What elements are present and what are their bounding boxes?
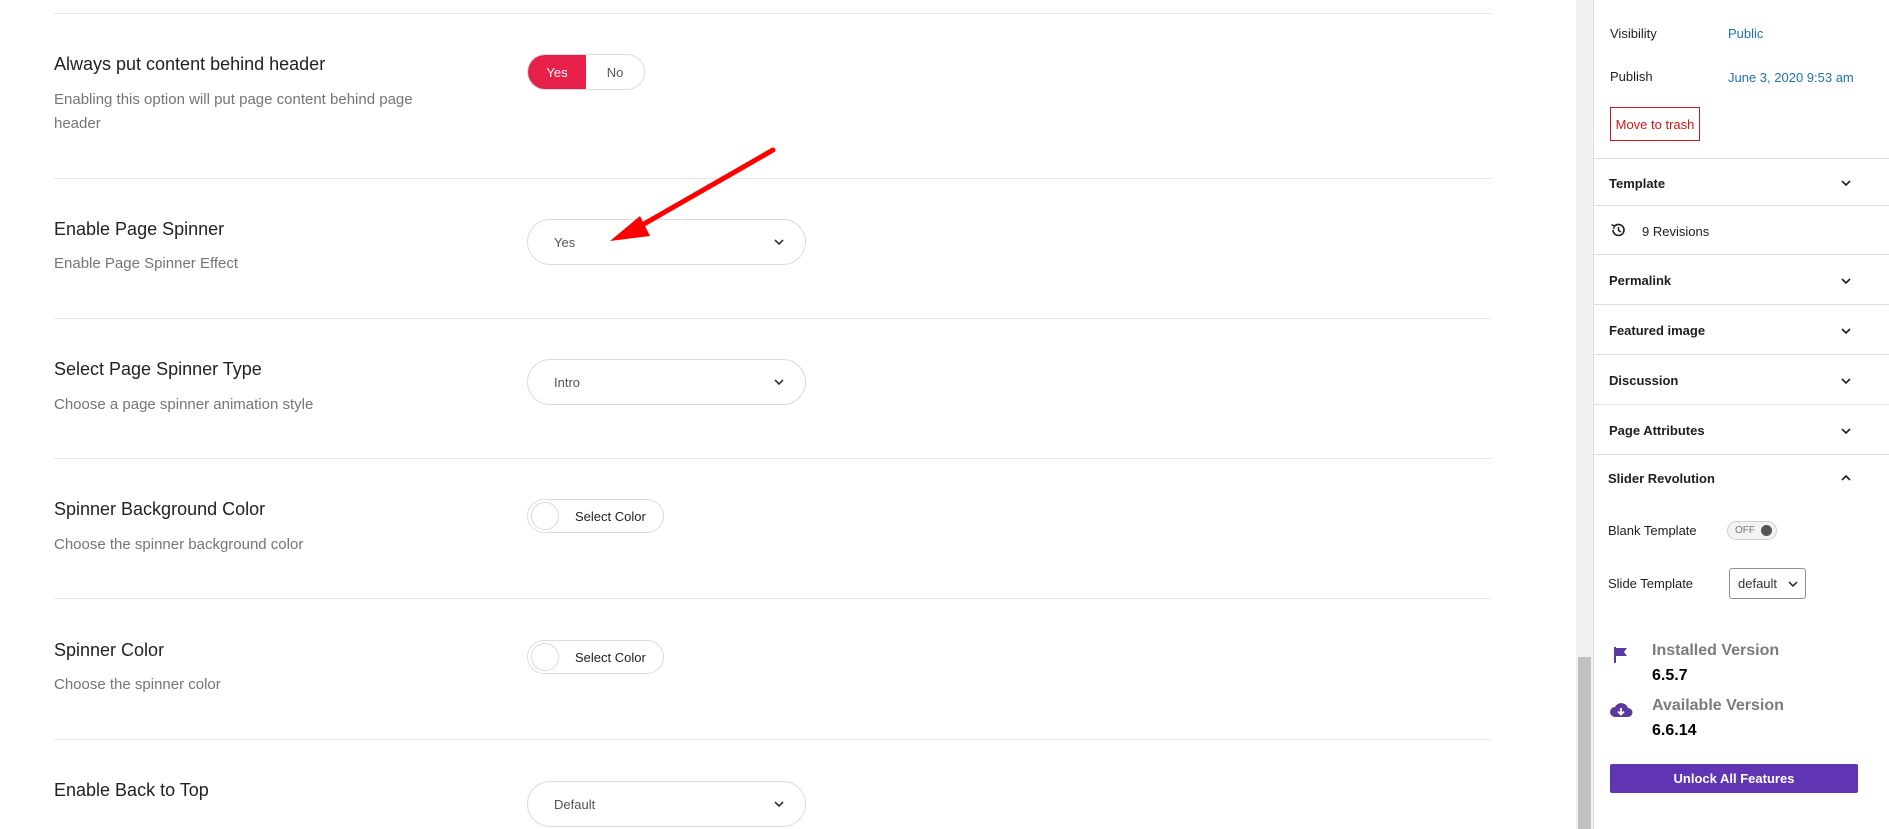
page-settings-panel: Always put content behind header Enablin… bbox=[0, 0, 1576, 829]
divider bbox=[54, 318, 1491, 319]
chevron-down-icon bbox=[1841, 180, 1851, 187]
toggle-knob bbox=[1761, 525, 1772, 536]
setting-title: Spinner Color bbox=[54, 640, 165, 660]
history-icon bbox=[1611, 223, 1625, 237]
move-to-trash-button[interactable]: Move to trash bbox=[1610, 107, 1700, 141]
panel-title: Featured image bbox=[1609, 323, 1706, 338]
available-version-label: Available Version bbox=[1652, 697, 1784, 714]
blank-template-label: Blank Template bbox=[1608, 523, 1697, 538]
panel-title: Discussion bbox=[1609, 373, 1679, 388]
visibility-label: Visibility bbox=[1610, 26, 1657, 41]
content-behind-header-toggle[interactable]: Yes No bbox=[527, 54, 645, 90]
panel-title: Page Attributes bbox=[1609, 423, 1705, 438]
divider bbox=[54, 178, 1491, 179]
blank-template-toggle[interactable]: OFF bbox=[1727, 521, 1777, 540]
setting-title: Select Page Spinner Type bbox=[54, 359, 262, 379]
available-version-value: 6.6.14 bbox=[1652, 722, 1697, 739]
chevron-down-icon bbox=[1841, 278, 1851, 285]
scrollbar-thumb[interactable] bbox=[1578, 657, 1591, 829]
panel-page-attributes[interactable]: Page Attributes bbox=[1594, 405, 1889, 451]
publish-date[interactable]: June 3, 2020 9:53 am bbox=[1728, 70, 1854, 85]
panel-title: Template bbox=[1609, 176, 1666, 191]
color-swatch bbox=[531, 643, 559, 671]
setting-description: Enable Page Spinner Effect bbox=[54, 255, 239, 272]
panel-slider-revolution[interactable]: Slider Revolution bbox=[1594, 455, 1889, 501]
divider bbox=[54, 739, 1491, 740]
panel-title: Permalink bbox=[1609, 273, 1672, 288]
installed-version-label: Installed Version bbox=[1652, 642, 1780, 659]
select-value: Intro bbox=[554, 374, 581, 390]
document-sidebar: Visibility Public Publish June 3, 2020 9… bbox=[1593, 0, 1889, 829]
chevron-down-icon bbox=[1841, 328, 1851, 335]
select-color-label: Select Color bbox=[575, 649, 646, 665]
panel-discussion[interactable]: Discussion bbox=[1594, 355, 1889, 401]
panel-template[interactable]: Template bbox=[1594, 159, 1889, 205]
setting-description: Enabling this option will put page conte… bbox=[54, 91, 413, 132]
spinner-background-color-picker[interactable]: Select Color bbox=[527, 499, 664, 533]
chevron-down-icon bbox=[774, 801, 784, 808]
setting-title: Always put content behind header bbox=[54, 54, 326, 74]
panel-permalink[interactable]: Permalink bbox=[1594, 255, 1889, 301]
slide-template-select[interactable]: default bbox=[1729, 568, 1806, 599]
panel-title: Slider Revolution bbox=[1608, 471, 1715, 486]
cloud-download-icon bbox=[1610, 703, 1633, 717]
no-option[interactable]: No bbox=[586, 55, 644, 89]
chevron-up-icon bbox=[1841, 474, 1851, 481]
select-value: Default bbox=[554, 796, 596, 812]
spinner-color-picker[interactable]: Select Color bbox=[527, 640, 664, 674]
color-swatch bbox=[531, 502, 559, 530]
select-value: Yes bbox=[554, 234, 576, 250]
chevron-down-icon bbox=[774, 379, 784, 386]
visibility-value[interactable]: Public bbox=[1728, 26, 1763, 41]
setting-description: Choose the spinner background color bbox=[54, 536, 304, 553]
back-to-top-select[interactable]: Default bbox=[527, 781, 806, 827]
chevron-down-icon bbox=[774, 239, 784, 246]
divider bbox=[54, 13, 1491, 14]
flag-icon bbox=[1614, 647, 1627, 663]
slide-template-label: Slide Template bbox=[1608, 576, 1694, 591]
chevron-down-icon bbox=[1841, 428, 1851, 435]
divider bbox=[54, 458, 1491, 459]
installed-version-value: 6.5.7 bbox=[1652, 667, 1688, 684]
setting-title: Enable Back to Top bbox=[54, 780, 209, 800]
publish-label: Publish bbox=[1610, 69, 1653, 84]
select-value: default bbox=[1738, 576, 1778, 591]
setting-description: Choose the spinner color bbox=[54, 676, 221, 693]
setting-title: Spinner Background Color bbox=[54, 499, 266, 519]
panel-featured-image[interactable]: Featured image bbox=[1594, 305, 1889, 351]
yes-option[interactable]: Yes bbox=[528, 55, 586, 89]
setting-description: Choose a page spinner animation style bbox=[54, 396, 314, 413]
chevron-down-icon bbox=[1788, 581, 1798, 588]
page-spinner-select[interactable]: Yes bbox=[527, 219, 806, 265]
revisions-label: 9 Revisions bbox=[1642, 224, 1710, 239]
divider bbox=[54, 598, 1491, 599]
unlock-all-features-button[interactable]: Unlock All Features bbox=[1610, 764, 1858, 793]
select-color-label: Select Color bbox=[575, 508, 646, 524]
revisions-link[interactable]: 9 Revisions bbox=[1594, 206, 1889, 252]
chevron-down-icon bbox=[1841, 378, 1851, 385]
toggle-state: OFF bbox=[1735, 525, 1755, 536]
spinner-type-select[interactable]: Intro bbox=[527, 359, 806, 405]
setting-title: Enable Page Spinner bbox=[54, 219, 225, 239]
